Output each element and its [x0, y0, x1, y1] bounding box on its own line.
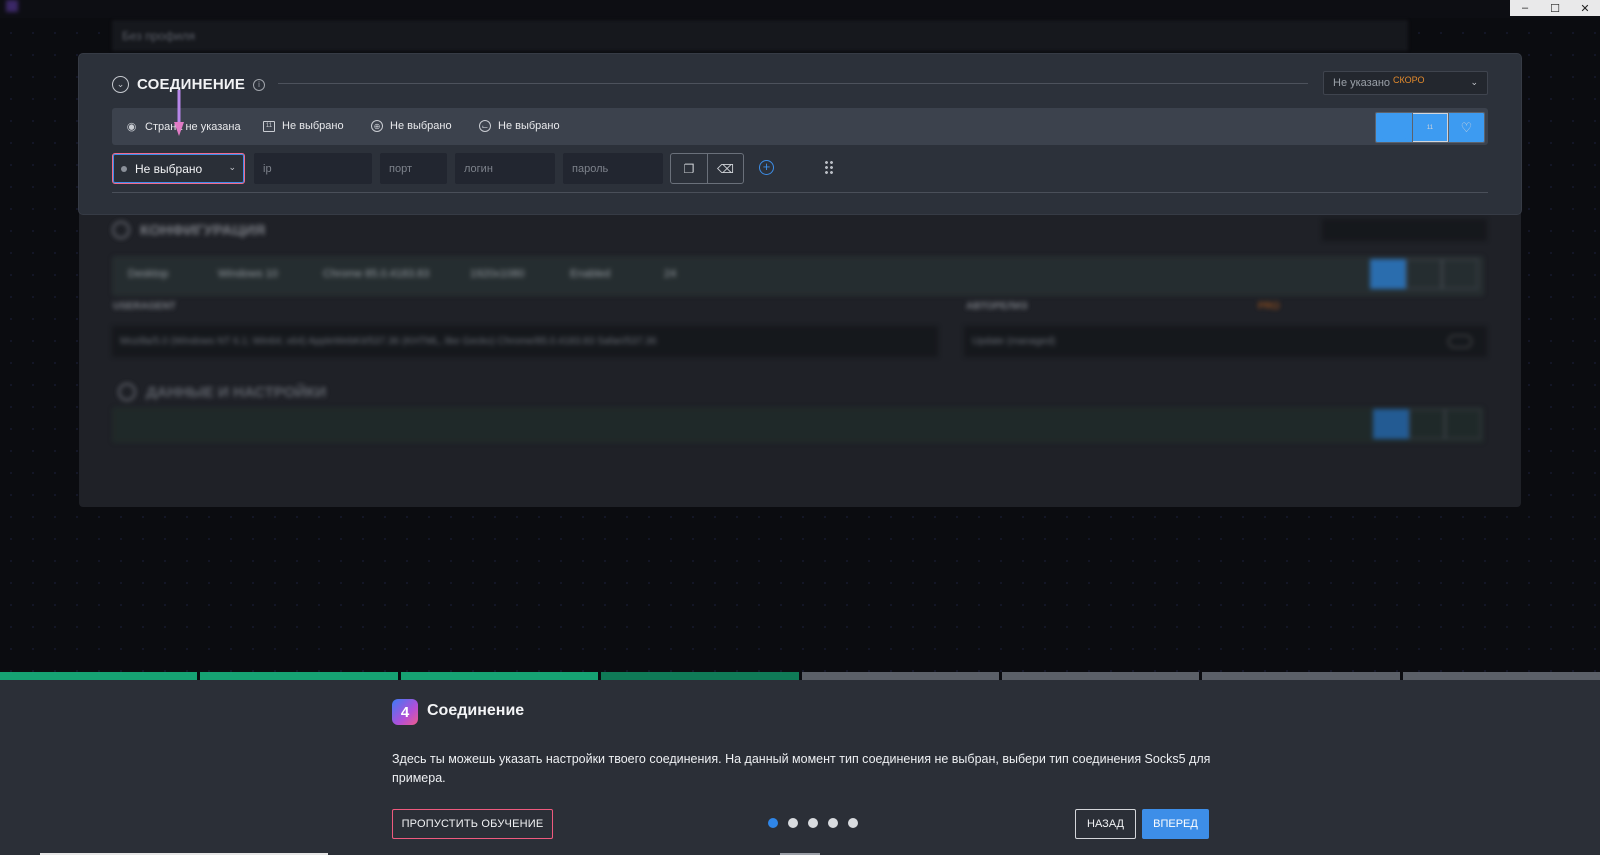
data-settings-bar [112, 407, 1484, 443]
pro-badge: PRO [1258, 301, 1280, 312]
minimize-icon[interactable]: – [1510, 0, 1540, 16]
progress-segment [601, 672, 799, 680]
tutorial-progress [0, 672, 1600, 680]
progress-segment [1402, 672, 1600, 680]
ip-field[interactable] [254, 153, 372, 184]
progress-segment [801, 672, 999, 680]
collapse-chevron-icon[interactable]: ⌄ [112, 76, 129, 93]
step-dot[interactable] [788, 818, 798, 828]
progress-segment [1001, 672, 1200, 680]
clear-button[interactable]: ⌫ [707, 154, 743, 183]
step-dot[interactable] [768, 818, 778, 828]
port-field[interactable] [380, 153, 447, 184]
configuration-title: КОНФИГУРАЦИЯ [112, 221, 265, 239]
step-dot[interactable] [808, 818, 818, 828]
status-dot-icon [121, 165, 127, 172]
profile-name-input: Без профиля [112, 20, 1408, 51]
progress-segment [1202, 672, 1400, 680]
favorite-button[interactable]: ♡ [1448, 113, 1484, 142]
configuration-view-buttons [1370, 259, 1478, 289]
progress-segment [0, 672, 198, 680]
connection-type-select[interactable]: Не выбрано ⌄ [112, 153, 245, 184]
info-language: ⊕ Не выбрано [371, 120, 452, 132]
step-description: Здесь ты можешь указать настройки твоего… [392, 752, 1211, 785]
info-icon[interactable]: i [253, 78, 266, 91]
window-controls: – ☐ ✕ [1510, 0, 1600, 16]
calendar-icon: 11 [1413, 113, 1448, 142]
view-dot-button[interactable] [1376, 113, 1412, 142]
maximize-icon[interactable]: ☐ [1540, 0, 1570, 16]
data-settings-title: ДАННЫЕ И НАСТРОЙКИ [118, 383, 326, 401]
chip-depth: 24 [664, 268, 677, 280]
autofill-value: Update (managed) [972, 336, 1056, 347]
password-input[interactable] [572, 162, 663, 175]
configuration-chips-bar [112, 256, 1484, 296]
port-input[interactable] [389, 162, 447, 175]
ip-input[interactable] [263, 162, 372, 175]
drag-handle-icon[interactable] [824, 160, 833, 174]
connection-header: ⌄ СОЕДИНЕНИЕ i [112, 76, 266, 93]
progress-segment [400, 672, 599, 680]
eraser-icon: ⌫ [717, 161, 734, 176]
circle-icon [1376, 113, 1412, 142]
login-field[interactable] [455, 153, 555, 184]
password-field[interactable] [563, 153, 663, 184]
useragent-value: Mozilla/5.0 (Windows NT 6.1; Win64; x64)… [120, 336, 657, 347]
info-timezone: 11 Не выбрано [263, 120, 344, 132]
chip-device: Desktop [128, 268, 169, 280]
title-bar [0, 0, 1600, 18]
view-calendar-button[interactable]: 11 [1412, 113, 1448, 142]
autofill-label: АВТОРЕЛИЗ [966, 301, 1028, 312]
connection-action-buttons: ❐ ⌫ [670, 153, 744, 184]
clipboard-icon: ❐ [683, 161, 695, 176]
step-dot[interactable] [828, 818, 838, 828]
useragent-label: USERAGENT [113, 301, 176, 312]
paste-button[interactable]: ❐ [671, 154, 707, 183]
calendar-icon: 11 [263, 120, 275, 132]
back-button[interactable]: НАЗАД [1075, 809, 1136, 839]
info-time: ⌙ Не выбрано [479, 120, 560, 132]
add-connection-icon[interactable]: + [759, 160, 774, 175]
chevron-down-icon: ⌄ [228, 162, 236, 172]
heart-icon: ♡ [1449, 113, 1484, 142]
connection-divider [112, 192, 1488, 193]
connection-state-select[interactable]: Не указано СКОРО ⌄ [1323, 71, 1488, 95]
chip-browser: Chrome 85.0.4183.83 [323, 268, 430, 280]
connection-view-buttons: 11 ♡ [1375, 112, 1485, 143]
chevron-down-icon: ⌄ [1470, 77, 1478, 87]
data-view-buttons [1373, 409, 1481, 439]
connection-title: СОЕДИНЕНИЕ [137, 76, 246, 93]
clock-icon: ⌙ [479, 120, 491, 132]
chip-os: Windows 10 [218, 268, 278, 280]
configuration-select [1322, 219, 1487, 241]
globe-icon: ⊕ [371, 120, 383, 132]
step-dot[interactable] [848, 818, 858, 828]
step-dots [768, 818, 858, 828]
chip-resolution: 1920x1080 [470, 268, 525, 280]
camera-icon: ◉ [126, 121, 137, 133]
skip-tutorial-button[interactable]: ПРОПУСТИТЬ ОБУЧЕНИЕ [392, 809, 553, 839]
chevron-icon [118, 383, 136, 401]
chip-webrtc: Enabled [570, 268, 611, 280]
chevron-icon [112, 221, 130, 239]
next-button[interactable]: ВПЕРЕД [1142, 809, 1209, 839]
soon-badge: СКОРО [1393, 75, 1425, 85]
close-icon[interactable]: ✕ [1570, 0, 1600, 16]
progress-segment [200, 672, 398, 680]
autofill-toggle [1448, 335, 1472, 348]
app-tab[interactable] [6, 0, 156, 12]
step-title: Соединение [427, 702, 525, 719]
login-input[interactable] [464, 162, 555, 175]
pointer-arrow-icon [174, 90, 184, 136]
header-divider [278, 83, 1308, 84]
step-number-badge: 4 [392, 699, 418, 725]
